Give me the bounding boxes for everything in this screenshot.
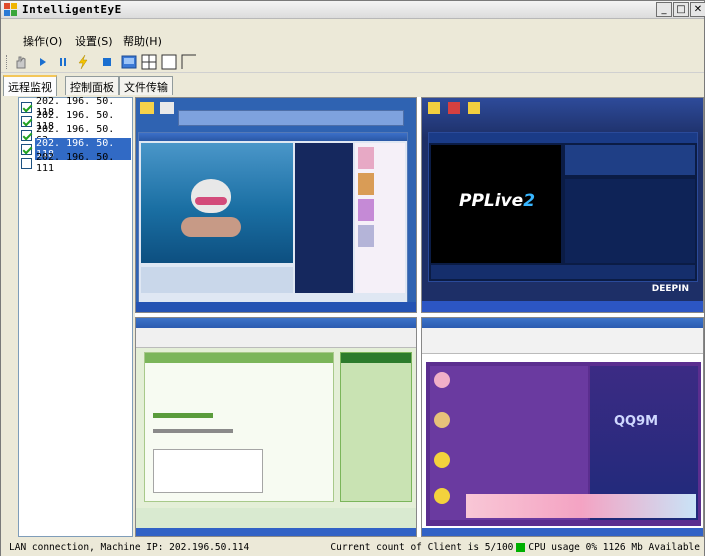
status-bar: LAN connection, Machine IP: 202.196.50.1… bbox=[1, 540, 704, 556]
taskbar bbox=[422, 528, 703, 536]
remote-screens-grid: PPLive2 DEEPIN QQ9M bbox=[135, 97, 704, 537]
toolbar-grip[interactable] bbox=[6, 55, 9, 69]
pause-icon[interactable] bbox=[55, 54, 71, 70]
player-window bbox=[138, 132, 408, 304]
hand-icon[interactable] bbox=[13, 54, 29, 70]
taskbar bbox=[422, 301, 703, 312]
client-checkbox[interactable] bbox=[21, 157, 32, 169]
layout-corner-icon[interactable] bbox=[181, 54, 197, 70]
client-list[interactable]: 202. 196. 50. 118 202. 196. 50. 118 202.… bbox=[18, 96, 133, 537]
client-checkbox[interactable] bbox=[21, 101, 32, 113]
client-item[interactable]: 202. 196. 50. 111 bbox=[21, 152, 131, 174]
pplive-window: PPLive2 bbox=[428, 132, 698, 282]
client-count: Current count of Client is 5/100 bbox=[330, 542, 514, 553]
web-content bbox=[144, 352, 334, 502]
menu-operate[interactable]: 操作(O) bbox=[23, 33, 62, 49]
remote-screen-2[interactable]: PPLive2 DEEPIN bbox=[421, 97, 704, 313]
cpu-indicator-icon bbox=[516, 543, 526, 552]
close-button[interactable]: ✕ bbox=[690, 2, 705, 17]
client-checkbox[interactable] bbox=[21, 143, 32, 155]
pplive-video: PPLive2 bbox=[431, 145, 561, 263]
client-checkbox[interactable] bbox=[21, 129, 32, 141]
desktop-icon bbox=[448, 102, 460, 114]
minimize-button[interactable]: _ bbox=[656, 2, 672, 17]
browser-window bbox=[178, 110, 404, 126]
pplive-logo: PPLive2 bbox=[459, 191, 536, 211]
tab-control-panel[interactable]: 控制面板 bbox=[65, 76, 119, 95]
desktop-icon bbox=[468, 102, 480, 114]
maximize-button[interactable]: □ bbox=[673, 2, 689, 17]
play-icon[interactable] bbox=[35, 54, 51, 70]
deepin-brand: DEEPIN bbox=[651, 284, 689, 294]
window-title: IntelligentEyE bbox=[22, 3, 122, 16]
remote-screen-4[interactable]: QQ9M bbox=[421, 317, 704, 537]
playlist-panel bbox=[295, 143, 353, 293]
video-frame bbox=[141, 143, 293, 263]
tab-file-transfer[interactable]: 文件传输 bbox=[119, 76, 173, 95]
remote-screen-3[interactable] bbox=[135, 317, 417, 537]
toolbar bbox=[1, 51, 704, 73]
taskbar bbox=[136, 302, 416, 312]
client-checkbox[interactable] bbox=[21, 115, 32, 127]
client-ip: 202. 196. 50. 111 bbox=[36, 152, 115, 174]
qq-logo: QQ9M bbox=[614, 414, 659, 429]
stop-icon[interactable] bbox=[99, 54, 115, 70]
layout-frame-icon[interactable] bbox=[161, 54, 177, 70]
tab-strip: 远程监视 控制面板 文件传输 bbox=[1, 75, 704, 96]
layout-grid-icon[interactable] bbox=[141, 54, 157, 70]
remote-screen-1[interactable] bbox=[135, 97, 417, 313]
qq-page: QQ9M bbox=[426, 362, 701, 526]
desktop-icon bbox=[160, 102, 174, 114]
tab-remote-monitor[interactable]: 远程监视 bbox=[3, 75, 57, 96]
desktop-icon bbox=[428, 102, 440, 114]
title-bar[interactable]: IntelligentEyE _ □ ✕ bbox=[1, 1, 705, 19]
side-panel bbox=[355, 143, 405, 293]
app-icon bbox=[4, 3, 18, 17]
menu-help[interactable]: 帮助(H) bbox=[123, 33, 162, 49]
web-sidebar bbox=[340, 352, 412, 502]
menu-settings[interactable]: 设置(S) bbox=[75, 33, 113, 49]
layout-single-icon[interactable] bbox=[121, 54, 137, 70]
lightning-icon[interactable] bbox=[75, 54, 91, 70]
menu-bar: 操作(O) 设置(S) 帮助(H) bbox=[1, 31, 704, 51]
taskbar bbox=[136, 528, 416, 536]
connection-status: LAN connection, Machine IP: 202.196.50.1… bbox=[9, 542, 250, 553]
desktop-icon bbox=[140, 102, 154, 114]
cpu-usage: CPU usage 0% 1126 Mb Available bbox=[528, 542, 700, 553]
app-window: IntelligentEyE _ □ ✕ 操作(O) 设置(S) 帮助(H) 远… bbox=[0, 0, 705, 556]
